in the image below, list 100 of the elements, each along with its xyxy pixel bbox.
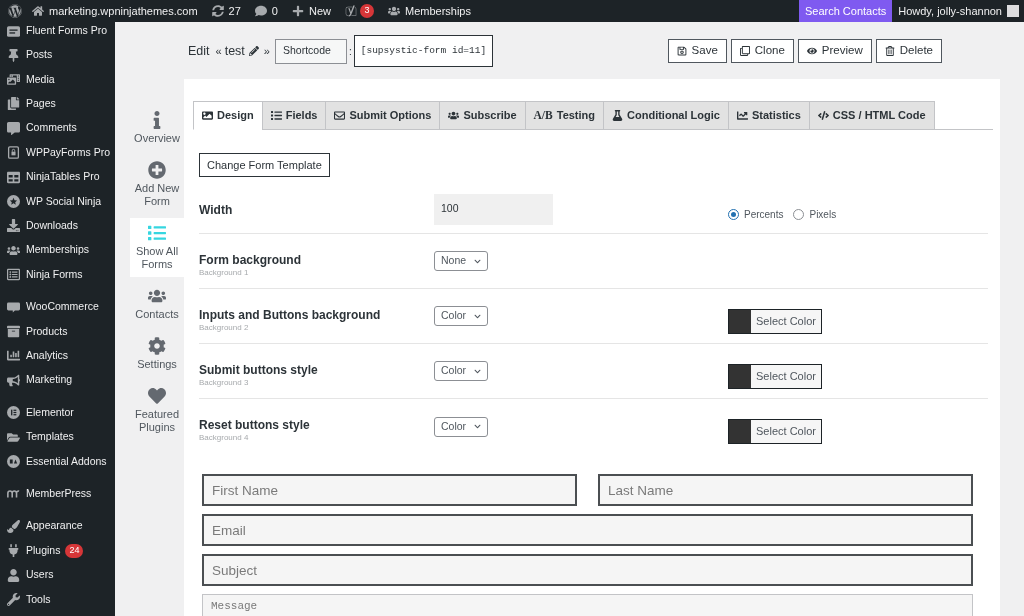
color-swatch-icon xyxy=(729,420,751,443)
background-select[interactable]: Color xyxy=(434,306,489,326)
pencil-icon[interactable] xyxy=(248,46,259,56)
sidebar-menu-item[interactable]: Fluent Forms Pro xyxy=(0,22,115,40)
text-input[interactable]: Subject xyxy=(202,554,973,586)
sidebar-menu-item[interactable]: Essential Addons xyxy=(0,449,115,474)
admin-bar-link[interactable]: Memberships xyxy=(380,0,478,22)
tab[interactable]: Submit Options xyxy=(325,101,441,130)
sidebar-menu-item[interactable]: Marketing xyxy=(0,368,115,393)
tab[interactable]: Conditional Logic xyxy=(603,101,729,130)
admin-bar-link[interactable]: New xyxy=(284,0,338,22)
sidebar-menu-item[interactable]: Downloads xyxy=(0,213,115,239)
message-textarea[interactable]: Message xyxy=(202,594,973,616)
background-select[interactable]: Color xyxy=(434,361,489,381)
width-field[interactable]: 100 xyxy=(434,193,553,225)
wrench-icon xyxy=(7,592,20,606)
background-select[interactable]: None xyxy=(434,251,489,271)
heart-icon xyxy=(148,387,166,405)
wordpress-logo-icon[interactable] xyxy=(8,4,22,18)
trash-icon xyxy=(884,46,895,56)
sidebar-menu-item[interactable]: NinjaTables Pro xyxy=(0,164,115,190)
pages-icon xyxy=(7,97,20,111)
sidebar-menu-item[interactable]: Memberships xyxy=(0,238,115,263)
admin-bar-link[interactable]: 0 xyxy=(247,0,285,22)
sidebar-menu-item[interactable]: Tools xyxy=(0,587,115,612)
sidebar-menu-item[interactable]: Appearance xyxy=(0,514,115,539)
color-swatch-icon xyxy=(729,364,751,388)
avatar-icon xyxy=(1007,5,1019,17)
select-color-button[interactable]: Select Color xyxy=(728,363,822,389)
envelope-icon xyxy=(334,110,346,121)
tab[interactable]: A/B Testing xyxy=(524,101,605,130)
users-icon xyxy=(387,5,400,17)
clone-icon xyxy=(739,46,750,56)
plugin-nav-item[interactable]: Show All Forms xyxy=(130,218,184,277)
text-input[interactable]: Last Name xyxy=(598,474,973,506)
toolbar-button[interactable]: Preview xyxy=(797,39,872,63)
background-select[interactable]: Color xyxy=(434,416,489,437)
tab[interactable]: Subscribe xyxy=(439,101,526,130)
sidebar-menu-item[interactable]: Media xyxy=(0,67,115,92)
users-icon xyxy=(7,243,20,257)
plugin-nav-item[interactable]: Overview xyxy=(130,105,184,151)
account-link[interactable]: Howdy, jolly-shannon xyxy=(892,0,1024,22)
archive-box-icon xyxy=(7,325,20,338)
setting-sublabel: Background 3 xyxy=(199,377,250,388)
toolbar-button[interactable]: Clone xyxy=(730,39,794,63)
sidebar-menu-item[interactable]: Products xyxy=(0,319,115,344)
plugin-nav-item[interactable]: Featured Plugins xyxy=(130,381,184,440)
plugin-nav-item[interactable]: Settings xyxy=(130,331,184,377)
text-input[interactable]: First Name xyxy=(202,474,577,506)
radio-option[interactable]: Pixels xyxy=(793,206,837,222)
sidebar-menu-item[interactable]: Templates xyxy=(0,424,115,450)
speech-bubble-icon xyxy=(7,121,20,135)
locked-document-icon xyxy=(7,146,20,160)
sidebar-menu-item[interactable]: Analytics xyxy=(0,343,115,369)
sidebar-menu-item[interactable]: Posts xyxy=(0,43,115,68)
code-icon xyxy=(817,110,829,121)
plugin-nav-item[interactable]: Add New Form xyxy=(130,155,184,214)
sidebar-menu-item[interactable]: WP Social Ninja xyxy=(0,189,115,214)
plugin-nav-item[interactable]: Contacts xyxy=(130,281,184,327)
radio-button[interactable] xyxy=(793,208,805,220)
tab[interactable]: Fields xyxy=(261,101,327,130)
radio-button[interactable] xyxy=(728,208,739,220)
shortcode-field[interactable]: [supsystic-form id=11] xyxy=(353,35,494,67)
tab[interactable]: CSS / HTML Code xyxy=(808,101,935,130)
list-icon xyxy=(148,224,166,242)
sidebar-menu-item[interactable]: Users xyxy=(0,562,115,588)
select-color-button[interactable]: Select Color xyxy=(728,308,822,334)
radio-option[interactable]: Percents xyxy=(728,206,784,222)
shortcode-select[interactable]: Shortcode xyxy=(274,38,347,64)
sidebar-menu-item[interactable]: WooCommerce xyxy=(0,294,115,320)
home-icon xyxy=(32,5,44,17)
select-color-button[interactable]: Select Color xyxy=(728,419,822,444)
sidebar-menu-item[interactable]: Comments xyxy=(0,116,115,141)
change-template-button[interactable]: Change Form Template xyxy=(199,153,330,177)
tab[interactable]: Statistics xyxy=(727,101,810,130)
users-icon xyxy=(148,287,166,305)
table-icon xyxy=(7,170,20,184)
search-contacts-link[interactable]: Search Contacts xyxy=(798,0,893,22)
tab[interactable]: Design xyxy=(193,101,263,130)
save-icon xyxy=(676,46,687,56)
bar-chart-icon xyxy=(7,349,20,363)
line-chart-icon xyxy=(736,110,748,121)
eye-icon xyxy=(806,46,817,56)
text-input[interactable]: Email xyxy=(202,514,973,546)
sidebar-menu-item[interactable]: MemberPress xyxy=(0,481,115,507)
admin-bar-link[interactable]: 27 xyxy=(204,0,248,22)
setting-label: Form background xyxy=(199,252,302,268)
comment-icon xyxy=(254,5,267,17)
setting-sublabel: Background 2 xyxy=(199,322,250,333)
sidebar-menu-item[interactable]: WPPayForms Pro xyxy=(0,140,115,165)
admin-bar-link[interactable]: marketing.wpninjathemes.com xyxy=(25,0,205,22)
toolbar-button[interactable]: Delete xyxy=(875,39,942,63)
sidebar-menu-item[interactable]: Plugins 24 xyxy=(0,538,115,563)
plus-icon xyxy=(291,5,304,17)
star-circle-icon xyxy=(7,195,20,209)
sidebar-menu-item[interactable]: Pages xyxy=(0,91,115,117)
sidebar-menu-item[interactable]: Elementor xyxy=(0,400,115,425)
admin-bar-link[interactable]: 3 xyxy=(337,0,381,22)
sidebar-menu-item[interactable]: Ninja Forms xyxy=(0,262,115,287)
toolbar-button[interactable]: Save xyxy=(667,39,727,63)
